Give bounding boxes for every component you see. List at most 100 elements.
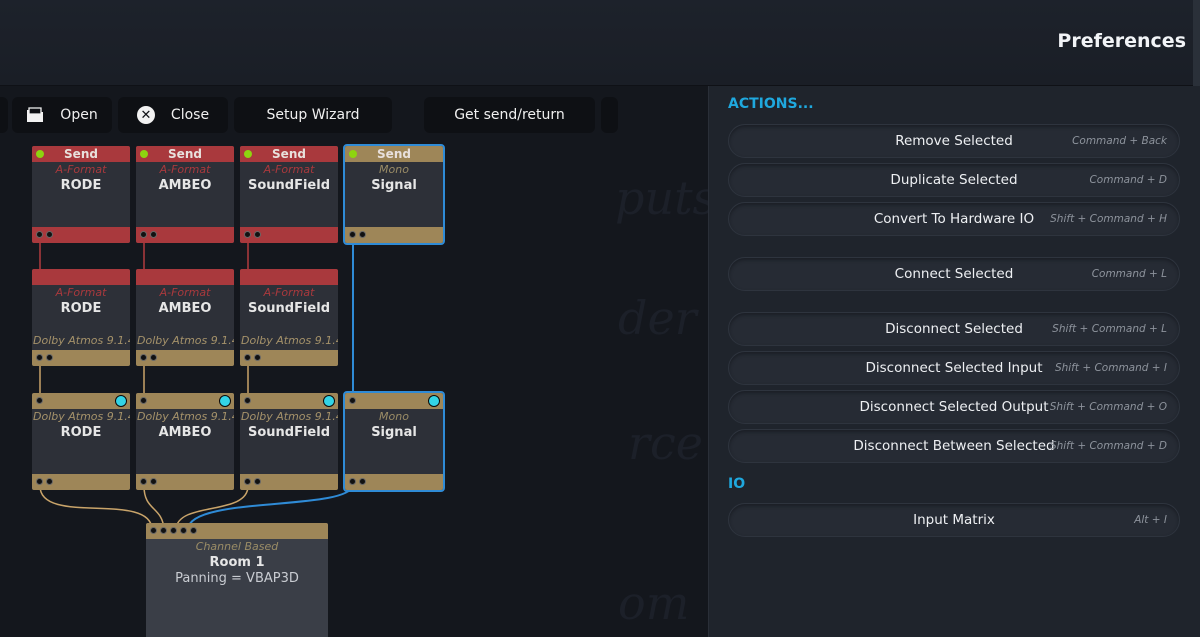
input-port-icon[interactable] [150,527,157,534]
input-port-icon[interactable] [160,527,167,534]
toolbar-button-partial[interactable] [601,97,618,133]
get-send-return-label: Get send/return [454,107,565,123]
output-port-icon[interactable] [140,478,147,485]
node-footer [345,227,443,243]
output-port-icon[interactable] [36,478,43,485]
node-header [32,269,130,285]
node-header: Send [240,146,338,162]
remove-selected-button[interactable]: Remove Selected Command + Back [728,124,1180,158]
decoder-node-rode[interactable]: A-Format RODE Dolby Atmos 9.1.4 [32,269,130,366]
node-format: A-Format [263,286,315,299]
input-port-icon[interactable] [170,527,177,534]
disconnect-between-selected-button[interactable]: Disconnect Between Selected Shift + Comm… [728,429,1180,463]
connect-selected-button[interactable]: Connect Selected Command + L [728,257,1180,291]
node-header [240,393,338,409]
active-led-icon [244,150,252,158]
setup-wizard-label: Setup Wizard [266,107,360,123]
output-port-icon[interactable] [36,231,43,238]
send-node-rode[interactable]: Send A-Format RODE [32,146,130,243]
disconnect-selected-output-button[interactable]: Disconnect Selected Output Shift + Comma… [728,390,1180,424]
disconnect-selected-input-button[interactable]: Disconnect Selected Input Shift + Comman… [728,351,1180,385]
input-matrix-button[interactable]: Input Matrix Alt + I [728,503,1180,537]
node-detail: Panning = VBAP3D [175,571,299,586]
node-name: SoundField [247,425,331,440]
scrollbar[interactable] [1193,0,1200,86]
output-port-icon[interactable] [254,354,261,361]
output-port-icon[interactable] [46,354,53,361]
node-footer [32,474,130,490]
output-port-icon[interactable] [36,354,43,361]
action-shortcut: Shift + Command + H [1050,213,1167,225]
source-node-rode[interactable]: Dolby Atmos 9.1.4 RODE [32,393,130,490]
convert-to-hardware-io-button[interactable]: Convert To Hardware IO Shift + Command +… [728,202,1180,236]
room-node[interactable]: Channel Based Room 1 Panning = VBAP3D [146,523,328,637]
node-name: SoundField [247,178,331,193]
output-port-icon[interactable] [349,231,356,238]
input-led-icon [219,395,231,407]
close-button[interactable]: ✕ Close [118,97,228,133]
output-port-icon[interactable] [150,231,157,238]
node-footer [136,474,234,490]
node-name: AMBEO [158,178,212,193]
output-port-icon[interactable] [244,231,251,238]
toolbar-button-partial[interactable] [0,97,8,133]
output-port-icon[interactable] [150,354,157,361]
decoder-node-soundfield[interactable]: A-Format SoundField Dolby Atmos 9.1.4 [240,269,338,366]
active-led-icon [36,150,44,158]
output-port-icon[interactable] [140,354,147,361]
node-output-format: Dolby Atmos 9.1.4 [241,334,338,347]
input-port-icon[interactable] [36,397,43,404]
node-graph-canvas[interactable]: puts der rce om Send A-Format RODE Send … [0,86,708,637]
output-port-icon[interactable] [46,478,53,485]
io-heading: IO [728,476,746,492]
node-header [32,393,130,409]
node-format: Dolby Atmos 9.1.4 [33,410,130,423]
node-format: Channel Based [195,540,279,553]
active-led-icon [140,150,148,158]
node-output-format: Dolby Atmos 9.1.4 [33,334,130,347]
source-node-ambeo[interactable]: Dolby Atmos 9.1.4 AMBEO [136,393,234,490]
input-port-icon[interactable] [190,527,197,534]
folder-icon [26,106,44,124]
actions-heading: ACTIONS... [728,96,814,112]
node-name: SoundField [247,301,331,316]
active-led-icon [349,150,357,158]
node-header [345,393,443,409]
output-port-icon[interactable] [359,478,366,485]
node-format: A-Format [159,163,211,176]
output-port-icon[interactable] [244,478,251,485]
input-port-icon[interactable] [180,527,187,534]
open-button[interactable]: Open [12,97,112,133]
send-node-soundfield[interactable]: Send A-Format SoundField [240,146,338,243]
decoder-node-ambeo[interactable]: A-Format AMBEO Dolby Atmos 9.1.4 [136,269,234,366]
wire-tan [39,485,153,530]
disconnect-selected-button[interactable]: Disconnect Selected Shift + Command + L [728,312,1180,346]
source-node-soundfield[interactable]: Dolby Atmos 9.1.4 SoundField [240,393,338,490]
get-send-return-button[interactable]: Get send/return [424,97,595,133]
setup-wizard-button[interactable]: Setup Wizard [234,97,392,133]
output-port-icon[interactable] [150,478,157,485]
send-node-ambeo[interactable]: Send A-Format AMBEO [136,146,234,243]
action-shortcut: Shift + Command + I [1054,362,1167,374]
node-header [240,269,338,285]
output-port-icon[interactable] [254,478,261,485]
source-node-signal[interactable]: Mono Signal [343,391,445,492]
node-format: A-Format [263,163,315,176]
input-port-icon[interactable] [349,397,356,404]
output-port-icon[interactable] [349,478,356,485]
output-port-icon[interactable] [140,231,147,238]
send-node-signal[interactable]: Send Mono Signal [343,144,445,245]
input-led-icon [115,395,127,407]
output-port-icon[interactable] [244,354,251,361]
duplicate-selected-button[interactable]: Duplicate Selected Command + D [728,163,1180,197]
input-port-icon[interactable] [140,397,147,404]
output-port-icon[interactable] [254,231,261,238]
node-title: Send [64,147,98,161]
close-label: Close [170,107,210,123]
node-header: Send [345,146,443,162]
input-port-icon[interactable] [244,397,251,404]
output-port-icon[interactable] [46,231,53,238]
node-header: Send [136,146,234,162]
node-format: A-Format [55,286,107,299]
output-port-icon[interactable] [359,231,366,238]
